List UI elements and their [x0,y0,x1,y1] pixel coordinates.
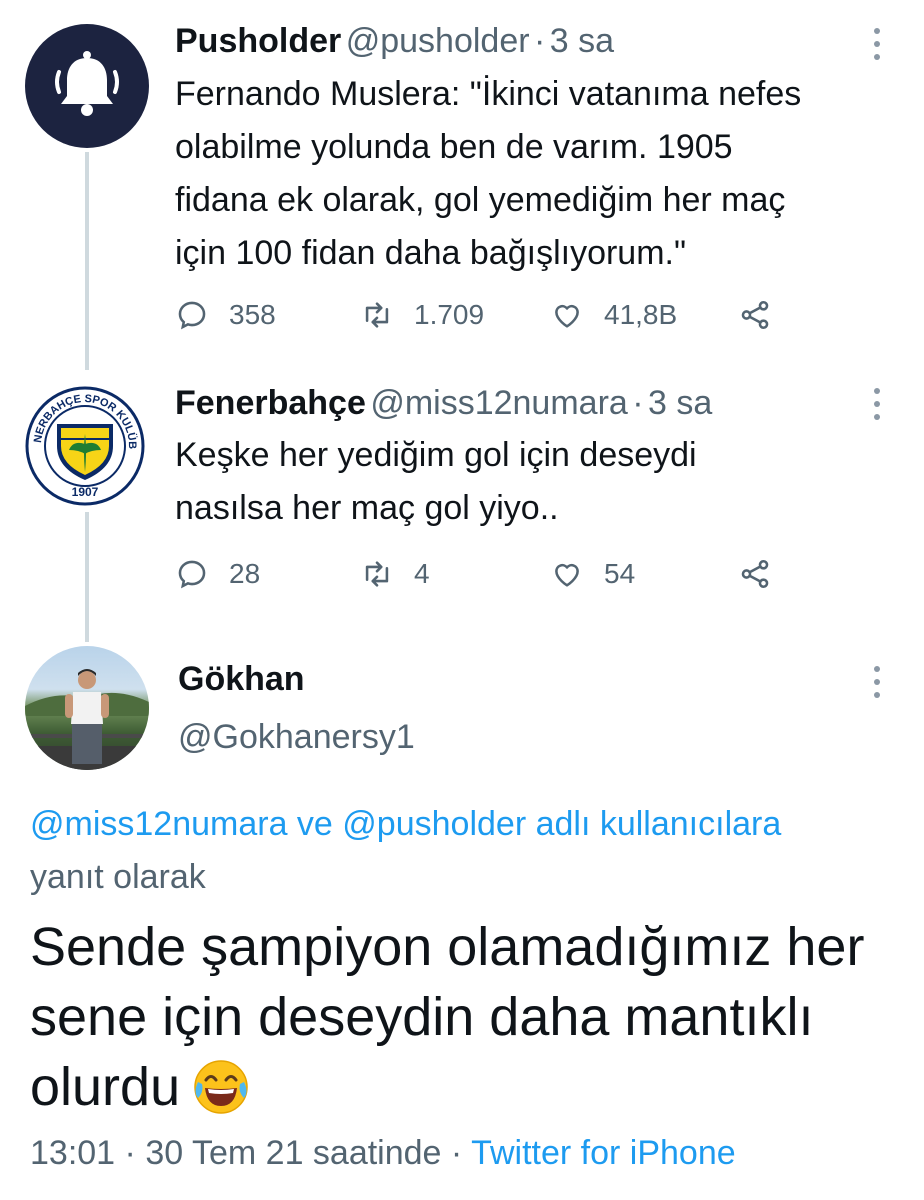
bell-icon [55,51,119,116]
display-name[interactable]: Pusholder [175,22,341,60]
fenerbahce-logo[interactable]: FENERBAHÇE SPOR KULÜBÜ 1907 [23,384,147,508]
tweet-metadata: 13:01 · 30 Tem 21 saatinde · Twitter for… [30,1134,736,1173]
tweet-header: Pusholder @pusholder · 3 sa [175,22,614,61]
heart-icon [555,563,579,587]
share-button[interactable] [738,557,792,591]
handle[interactable]: @pusholder [346,22,530,60]
reply-icon [178,301,206,330]
display-name[interactable]: Fenerbahçe [175,384,366,422]
timestamp[interactable]: 3 sa [648,384,712,422]
reply-button[interactable]: 28 [175,557,260,591]
display-name[interactable]: Gökhan [178,660,305,699]
pusholder-avatar[interactable] [25,24,149,148]
separator-dot: · [450,1134,463,1172]
main-tweet-text-last: olurdu [30,1057,181,1117]
more-options-icon[interactable] [862,24,892,64]
separator-dot: · [632,384,644,422]
like-count: 54 [604,558,636,589]
thread-line [85,512,89,642]
tweet-text-line: Keşke her yediğim gol için deseydi [175,436,697,474]
retweet-icon [365,561,389,587]
tweet-text: Fernando Muslera: "İkinci vatanıma nefes… [175,68,801,280]
reply-button[interactable]: 358 [175,298,276,332]
logo-year: 1907 [72,485,99,499]
reply-icon [178,560,206,589]
reply-to-suffix: yanıt olarak [30,858,206,896]
retweet-count: 4 [414,558,430,589]
share-button[interactable] [738,298,792,332]
separator-dot: · [124,1134,136,1172]
tears-of-joy-emoji-icon [192,1058,250,1116]
separator-dot: · [534,22,546,60]
tweet-source-link[interactable]: Twitter for iPhone [471,1134,736,1172]
retweet-button[interactable]: 1.709 [360,298,484,332]
tweet-date[interactable]: 30 Tem 21 saatinde [145,1134,441,1172]
tweet-time[interactable]: 13:01 [30,1134,115,1172]
retweet-button[interactable]: 4 [360,557,430,591]
tweet-text-line: fidana ek olarak, gol yemediğim her maç [175,181,786,219]
person-photo-icon [25,669,149,770]
more-options-icon[interactable] [862,384,892,424]
retweet-count: 1.709 [414,299,485,330]
like-count: 41,8B [604,299,678,330]
handle[interactable]: @Gokhanersy1 [178,718,415,757]
main-tweet-text-line: sene için deseydin daha mantıklı [30,987,814,1047]
tweet-text-line: için 100 fidan daha bağışlıyorum." [175,234,687,272]
share-icon [741,559,769,589]
reply-count: 358 [229,299,276,330]
like-button[interactable]: 41,8B [550,298,677,332]
main-tweet-text-line: Sende şampiyon olamadığımız her [30,917,865,977]
gokhan-avatar[interactable] [25,646,149,770]
thread-line [85,152,89,370]
reply-to-mentions[interactable]: @miss12numara ve @pusholder adlı kullanı… [30,798,910,851]
tweet-text: Keşke her yediğim gol için deseydi nasıl… [175,429,697,535]
main-tweet-text: Sende şampiyon olamadığımız her sene içi… [30,912,864,1122]
fenerbahce-crest-icon: FENERBAHÇE SPOR KULÜBÜ 1907 [23,384,145,506]
timestamp[interactable]: 3 sa [550,22,614,60]
share-icon [741,300,769,330]
tweet-text-line: olabilme yolunda ben de varım. 1905 [175,128,733,166]
reply-context: @miss12numara ve @pusholder adlı kullanı… [30,798,910,904]
like-button[interactable]: 54 [550,557,635,591]
tweet-text-line: nasılsa her maç gol yiyo.. [175,489,559,527]
reply-count: 28 [229,558,261,589]
main-tweet-text-line: olurdu [30,1052,864,1122]
retweet-icon [365,302,389,328]
tweet-header: Fenerbahçe @miss12numara · 3 sa [175,384,712,423]
tweet-text-line: Fernando Muslera: "İkinci vatanıma nefes [175,75,802,113]
more-options-icon[interactable] [862,662,892,702]
handle[interactable]: @miss12numara [370,384,628,422]
heart-icon [555,304,579,328]
